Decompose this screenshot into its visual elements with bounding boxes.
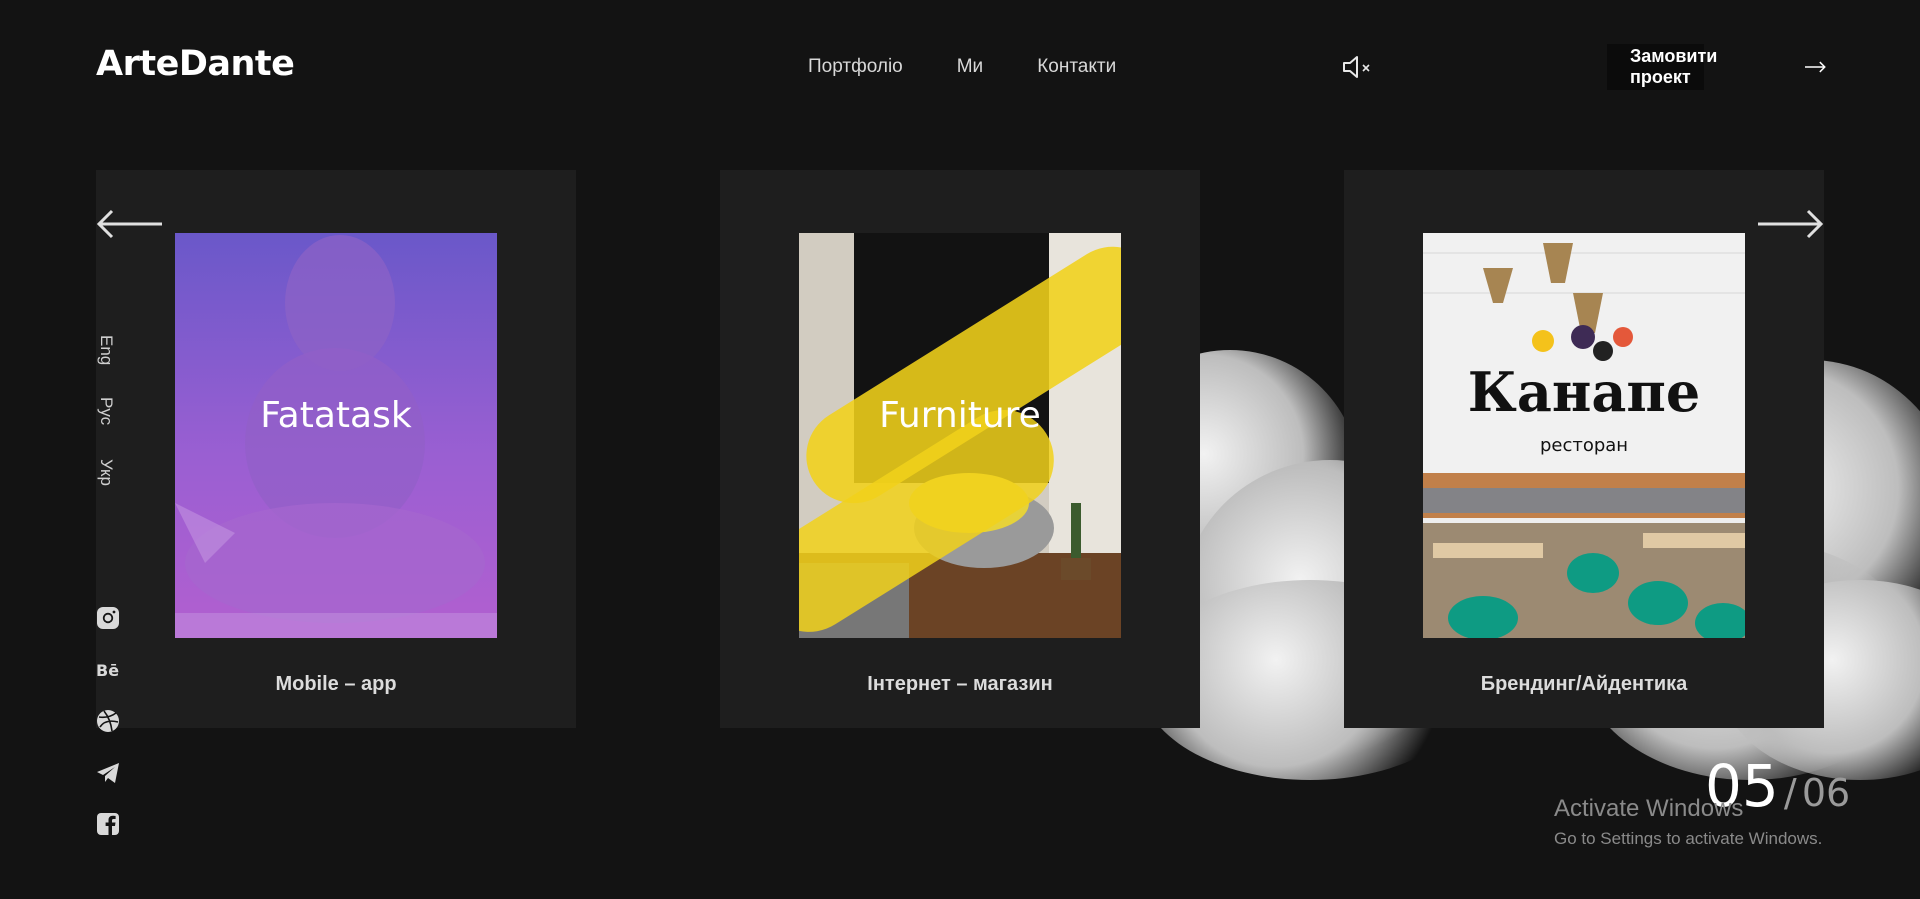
project-caption: Mobile – app bbox=[275, 673, 397, 695]
nav-about[interactable]: Ми bbox=[957, 56, 983, 78]
telegram-icon[interactable] bbox=[96, 761, 120, 785]
project-card-fatatask[interactable]: Fatatask Mobile – app bbox=[96, 170, 576, 728]
facebook-icon[interactable] bbox=[96, 812, 120, 836]
order-project-button[interactable]: Замовити проект bbox=[1607, 44, 1827, 90]
project-caption: Брендинг/Айдентика bbox=[1480, 673, 1688, 695]
lang-eng[interactable]: Eng bbox=[96, 335, 116, 365]
arrow-right-icon bbox=[1805, 61, 1827, 73]
windows-activation-watermark: Activate Windows Go to Settings to activ… bbox=[1554, 795, 1823, 848]
nav-portfolio[interactable]: Портфоліо bbox=[808, 56, 903, 78]
arrow-right-icon[interactable] bbox=[1756, 208, 1824, 240]
project-card-furniture[interactable]: Furniture Інтернет – магазин bbox=[720, 170, 1200, 728]
logo[interactable]: ArteDante bbox=[96, 44, 295, 84]
project-title: Furniture bbox=[879, 395, 1041, 436]
kanape-logo-subtitle: ресторан bbox=[1540, 435, 1628, 456]
lang-ukr[interactable]: Укр bbox=[96, 459, 116, 486]
speaker-muted-icon[interactable] bbox=[1340, 53, 1374, 81]
project-caption: Інтернет – магазин bbox=[867, 673, 1053, 695]
arrow-left-icon[interactable] bbox=[96, 208, 164, 240]
lang-rus[interactable]: Рус bbox=[96, 397, 116, 425]
project-card-kanape[interactable]: Канапе ресторан Брендинг/Айдентика bbox=[1344, 170, 1824, 728]
instagram-icon[interactable] bbox=[96, 606, 120, 630]
main-nav: Портфоліо Ми Контакти bbox=[808, 56, 1116, 78]
project-image-kanape: Канапе ресторан bbox=[1423, 233, 1745, 638]
behance-icon[interactable]: Bē bbox=[96, 658, 120, 682]
svg-text:Bē: Bē bbox=[96, 661, 119, 680]
kanape-logo-text: Канапе bbox=[1468, 360, 1701, 424]
nav-contacts[interactable]: Контакти bbox=[1037, 56, 1116, 78]
dribbble-icon[interactable] bbox=[96, 709, 120, 733]
project-title: Fatatask bbox=[260, 395, 412, 436]
